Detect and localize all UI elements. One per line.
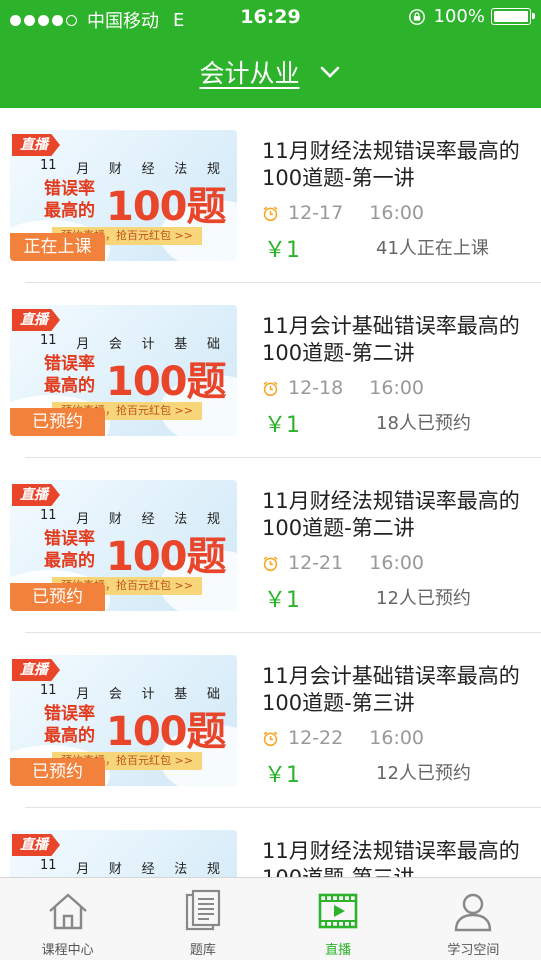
course-thumbnail[interactable]: 直播 11 月财经法规 错误率 最高的 100题 预约直播，抢百元红包 >> 已预… bbox=[10, 480, 237, 611]
course-start-time: 16:00 bbox=[369, 552, 425, 574]
course-title[interactable]: 11月会计基础错误率最高的100道题-第二讲 bbox=[262, 313, 528, 367]
course-date: 12-21 bbox=[288, 552, 344, 574]
status-right: 100% bbox=[408, 6, 535, 27]
course-time: 12-17 16:00 bbox=[262, 202, 424, 224]
status-tag: 已预约 bbox=[10, 758, 105, 786]
home-icon bbox=[48, 893, 87, 930]
live-badge: 直播 bbox=[12, 309, 60, 331]
video-play-icon bbox=[318, 893, 358, 929]
course-datetime: 12-18 16:00 bbox=[288, 377, 424, 399]
banner-big-text: 100题 bbox=[106, 359, 226, 405]
live-badge: 直播 bbox=[12, 659, 60, 681]
battery-icon bbox=[491, 8, 535, 25]
tab-label: 直播 bbox=[325, 943, 352, 958]
document-icon bbox=[185, 889, 220, 931]
course-date: 12-18 bbox=[288, 377, 344, 399]
course-time: 12-21 16:00 bbox=[262, 552, 424, 574]
banner-subject-char: 11 bbox=[40, 158, 57, 173]
status-tag: 已预约 bbox=[10, 583, 105, 611]
tab-label: 学习空间 bbox=[447, 943, 500, 958]
alarm-clock-icon bbox=[263, 556, 278, 571]
course-time: 12-22 16:00 bbox=[262, 727, 424, 749]
banner-caption: 错误率 最高的 bbox=[44, 529, 95, 571]
banner-big-text: 100题 bbox=[106, 534, 226, 580]
banner-subject-char: 月 bbox=[76, 512, 90, 527]
enrollment-count: 12人已预约 bbox=[376, 588, 471, 609]
course-datetime: 12-22 16:00 bbox=[288, 727, 424, 749]
alarm-clock-icon bbox=[263, 731, 278, 746]
enrollment-count: 12人已预约 bbox=[376, 763, 471, 784]
banner-subject-char: 11 bbox=[40, 858, 57, 873]
banner-subject-char: 11 bbox=[40, 333, 57, 348]
app-header: 中国移动 E 16:29 100% 会计从业 bbox=[0, 0, 541, 108]
banner-subject-char: 11 bbox=[40, 683, 57, 698]
status-tag: 正在上课 bbox=[10, 233, 105, 261]
status-tag: 已预约 bbox=[10, 408, 105, 436]
user-icon bbox=[455, 893, 492, 932]
tab-bar: 课程中心 题库 直播 学习空间 bbox=[0, 877, 541, 960]
course-date: 12-17 bbox=[288, 202, 344, 224]
course-date: 12-22 bbox=[288, 727, 344, 749]
tab-live[interactable]: 直播 bbox=[271, 878, 406, 960]
enrollment-count: 18人已预约 bbox=[376, 413, 471, 434]
banner-big-text: 100题 bbox=[106, 709, 226, 755]
tab-label: 课程中心 bbox=[41, 943, 94, 958]
tab-question-bank[interactable]: 题库 bbox=[135, 878, 270, 960]
course-title[interactable]: 11月财经法规错误率最高的100道题-第一讲 bbox=[262, 138, 528, 192]
course-start-time: 16:00 bbox=[369, 377, 425, 399]
course-price: ￥1 bbox=[264, 413, 300, 438]
chevron-down-icon[interactable] bbox=[318, 60, 342, 84]
course-datetime: 12-21 16:00 bbox=[288, 552, 424, 574]
course-thumbnail[interactable]: 直播 11 月会计基础 错误率 最高的 100题 预约直播，抢百元红包 >> 已预… bbox=[10, 655, 237, 786]
course-title[interactable]: 11月财经法规错误率最高的100道题-第二讲 bbox=[262, 488, 528, 542]
live-badge: 直播 bbox=[12, 134, 60, 156]
banner-subject-char: 月 bbox=[76, 862, 90, 877]
course-thumbnail[interactable]: 直播 11 月财经法规 错误率 最高的 100题 预约直播，抢百元红包 >> 正在… bbox=[10, 130, 237, 261]
category-selector[interactable]: 会计从业 bbox=[0, 52, 541, 92]
status-bar: 中国移动 E 16:29 100% bbox=[0, 0, 541, 36]
battery-percent: 100% bbox=[433, 6, 485, 27]
course-start-time: 16:00 bbox=[369, 727, 425, 749]
tab-study-space[interactable]: 学习空间 bbox=[406, 878, 541, 960]
tab-course-center[interactable]: 课程中心 bbox=[0, 878, 135, 960]
course-price: ￥1 bbox=[264, 588, 300, 613]
banner-caption: 错误率 最高的 bbox=[44, 179, 95, 221]
course-time: 12-18 16:00 bbox=[262, 377, 424, 399]
banner-big-text: 100题 bbox=[106, 184, 226, 230]
live-badge: 直播 bbox=[12, 834, 60, 856]
banner-subject-char: 月 bbox=[76, 687, 90, 702]
course-list-item[interactable]: 直播 11 月财经法规 错误率 最高的 100题 预约直播，抢百元红包 >> 已预… bbox=[0, 458, 541, 633]
banner-caption: 错误率 最高的 bbox=[44, 354, 95, 396]
course-list-item[interactable]: 直播 11 月会计基础 错误率 最高的 100题 预约直播，抢百元红包 >> 已预… bbox=[0, 283, 541, 458]
course-price: ￥1 bbox=[264, 763, 300, 788]
course-title[interactable]: 11月会计基础错误率最高的100道题-第三讲 bbox=[262, 663, 528, 717]
tab-label: 题库 bbox=[189, 943, 216, 958]
page-title[interactable]: 会计从业 bbox=[199, 54, 299, 90]
course-list-item[interactable]: 直播 11 月会计基础 错误率 最高的 100题 预约直播，抢百元红包 >> 已预… bbox=[0, 633, 541, 808]
course-start-time: 16:00 bbox=[369, 202, 425, 224]
banner-subject-char: 月 bbox=[76, 337, 90, 352]
alarm-clock-icon bbox=[263, 206, 278, 221]
banner-subject-char: 月 bbox=[76, 162, 90, 177]
alarm-clock-icon bbox=[263, 381, 278, 396]
live-badge: 直播 bbox=[12, 484, 60, 506]
course-list-item[interactable]: 直播 11 月财经法规 错误率 最高的 100题 预约直播，抢百元红包 >> 正在… bbox=[0, 108, 541, 283]
course-price: ￥1 bbox=[264, 238, 300, 263]
enrollment-count: 41人正在上课 bbox=[376, 238, 489, 259]
banner-subject-char: 11 bbox=[40, 508, 57, 523]
course-thumbnail[interactable]: 直播 11 月会计基础 错误率 最高的 100题 预约直播，抢百元红包 >> 已预… bbox=[10, 305, 237, 436]
banner-caption: 错误率 最高的 bbox=[44, 704, 95, 746]
course-datetime: 12-17 16:00 bbox=[288, 202, 424, 224]
rotation-lock-icon bbox=[408, 8, 425, 25]
